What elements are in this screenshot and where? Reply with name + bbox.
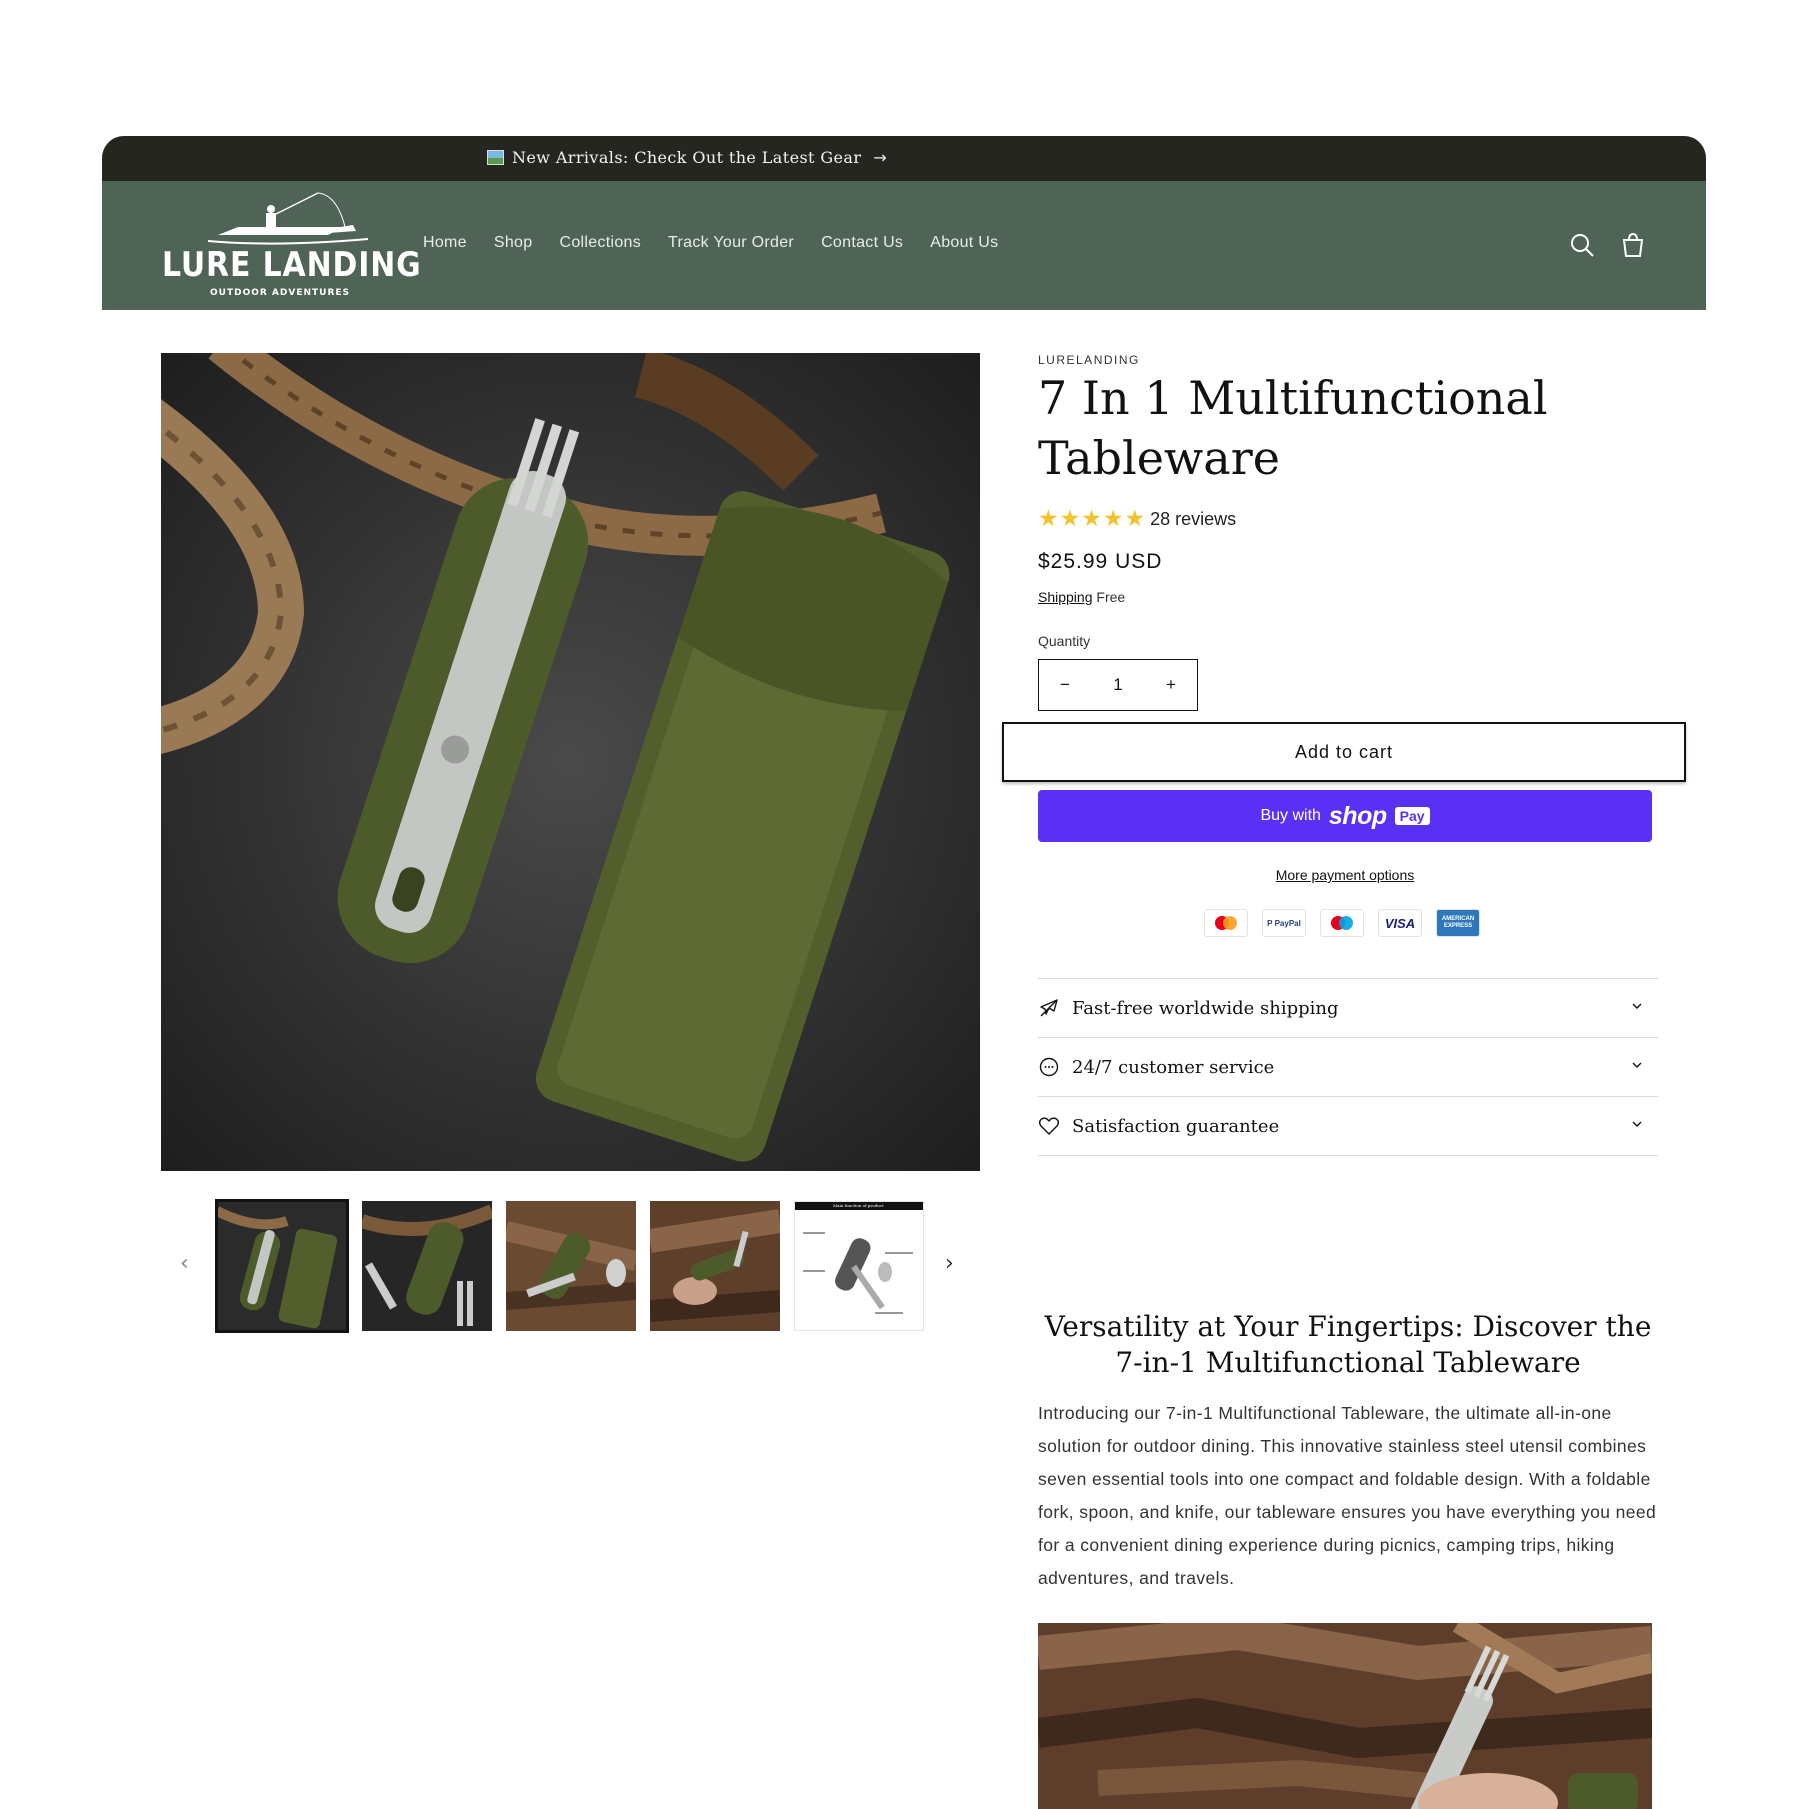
star-icon: ★ — [1038, 506, 1059, 532]
thumbnail-4[interactable] — [650, 1201, 780, 1331]
amex-icon: AMERICAN EXPRESS — [1436, 909, 1480, 937]
star-icon: ★ — [1059, 506, 1081, 532]
accordion-label: Fast-free worldwide shipping — [1072, 997, 1339, 1019]
product-vendor: LURELANDING — [1038, 353, 1140, 367]
product-rating[interactable]: ★ ★ ★ ★ ★ 28 reviews — [1038, 506, 1236, 532]
accordion-satisfaction[interactable]: Satisfaction guarantee — [1038, 1096, 1658, 1156]
chevron-down-icon — [1632, 1003, 1642, 1009]
thumbnail-5[interactable]: Main function of product — [794, 1201, 924, 1331]
logo[interactable]: LURE LANDING OUTDOOR ADVENTURES — [158, 191, 421, 299]
pay-badge: Pay — [1394, 807, 1430, 825]
plane-icon — [1040, 999, 1058, 1017]
mastercard-icon — [1204, 909, 1248, 937]
quantity-input[interactable]: 1 — [1092, 675, 1144, 695]
more-payment-options: More payment options — [1038, 867, 1652, 883]
nav-collections[interactable]: Collections — [559, 234, 641, 252]
accordion-label: 24/7 customer service — [1072, 1056, 1275, 1078]
nav-shop[interactable]: Shop — [494, 234, 533, 252]
star-icon: ★ — [1081, 506, 1102, 532]
buy-with-label: Buy with — [1260, 807, 1321, 824]
heart-icon — [1038, 1117, 1060, 1135]
description-heading: Versatility at Your Fingertips: Discover… — [1044, 1310, 1652, 1379]
info-accordion: Fast-free worldwide shipping 24/7 custom… — [1038, 978, 1658, 1156]
wood-fork-photo — [1038, 1623, 1652, 1809]
product-photo — [161, 353, 980, 1171]
product-title: 7 In 1 Multifunctional Tableware — [1038, 371, 1548, 485]
accordion-shipping[interactable]: Fast-free worldwide shipping — [1038, 978, 1658, 1037]
shipping-link[interactable]: Shipping — [1038, 589, 1093, 605]
star-icon: ★ — [1102, 506, 1124, 532]
main-nav: Home Shop Collections Track Your Order C… — [423, 234, 1025, 252]
product-price: $25.99 USD — [1038, 550, 1163, 573]
nav-home[interactable]: Home — [423, 234, 467, 252]
paypal-icon: P PayPal — [1262, 909, 1306, 937]
boat-logo-icon — [207, 192, 369, 245]
nav-contact-us[interactable]: Contact Us — [821, 234, 903, 252]
description-body: Introducing our 7-in-1 Multifunctional T… — [1038, 1403, 1657, 1588]
search-icon[interactable] — [1568, 231, 1596, 259]
thumb-diagram — [795, 1202, 923, 1330]
quantity-label: Quantity — [1038, 633, 1091, 649]
nav-about-us[interactable]: About Us — [930, 234, 998, 252]
chevron-down-icon — [1632, 1062, 1642, 1068]
arrow-right-icon[interactable]: → — [873, 148, 887, 167]
thumb-caption: Main function of product — [833, 1203, 884, 1208]
logo-subtitle: OUTDOOR ADVENTURES — [210, 288, 351, 298]
accordion-customer-service[interactable]: 24/7 customer service — [1038, 1037, 1658, 1096]
thumb-photo — [362, 1201, 492, 1331]
payment-icons: P PayPal VISA AMERICAN EXPRESS — [1204, 909, 1480, 937]
chevron-down-icon — [1632, 1121, 1642, 1127]
chevron-right-icon[interactable]: › — [945, 1251, 954, 1276]
shipping-value: Free — [1096, 589, 1126, 605]
picture-icon — [487, 150, 504, 165]
announcement-text[interactable]: New Arrivals: Check Out the Latest Gear — [512, 148, 861, 167]
thumbnail-3[interactable] — [506, 1201, 636, 1331]
thumbnail-2[interactable] — [362, 1201, 492, 1331]
shop-pay-button[interactable]: Buy with shop Pay — [1038, 790, 1652, 842]
paypal-label: P PayPal — [1267, 918, 1301, 928]
chevron-left-icon[interactable]: ‹ — [180, 1251, 189, 1276]
thumb-photo — [217, 1201, 347, 1331]
nav-track-order[interactable]: Track Your Order — [668, 234, 794, 252]
maestro-icon — [1320, 909, 1364, 937]
quantity-stepper: − 1 + — [1038, 659, 1198, 711]
description-image — [1038, 1623, 1652, 1809]
amex-label: AMERICAN EXPRESS — [1441, 916, 1475, 929]
page-frame: New Arrivals: Check Out the Latest Gear … — [102, 136, 1706, 1809]
add-to-cart-button[interactable]: Add to cart — [1002, 722, 1686, 782]
star-icon: ★ — [1124, 506, 1146, 532]
chat-icon — [1039, 1057, 1059, 1077]
shipping-info: Shipping Free — [1038, 589, 1125, 605]
thumbnail-slider: ‹ Main function of product › — [160, 1199, 980, 1341]
review-count[interactable]: 28 reviews — [1150, 509, 1236, 530]
thumb-photo — [506, 1201, 636, 1331]
visa-icon: VISA — [1378, 909, 1422, 937]
announcement-bar[interactable]: New Arrivals: Check Out the Latest Gear … — [102, 136, 1706, 181]
accordion-label: Satisfaction guarantee — [1072, 1115, 1280, 1137]
thumb-photo — [650, 1201, 780, 1331]
shop-logo: shop — [1328, 801, 1387, 830]
site-header: LURE LANDING OUTDOOR ADVENTURES Home Sho… — [102, 181, 1706, 310]
minus-icon[interactable]: − — [1039, 675, 1091, 695]
plus-icon[interactable]: + — [1145, 675, 1197, 695]
visa-label: VISA — [1384, 915, 1416, 931]
cart-icon[interactable] — [1619, 231, 1647, 259]
main-product-image[interactable] — [161, 353, 980, 1171]
logo-title: LURE LANDING — [162, 245, 422, 285]
more-payment-link[interactable]: More payment options — [1276, 867, 1415, 883]
thumbnail-1[interactable] — [215, 1199, 349, 1333]
